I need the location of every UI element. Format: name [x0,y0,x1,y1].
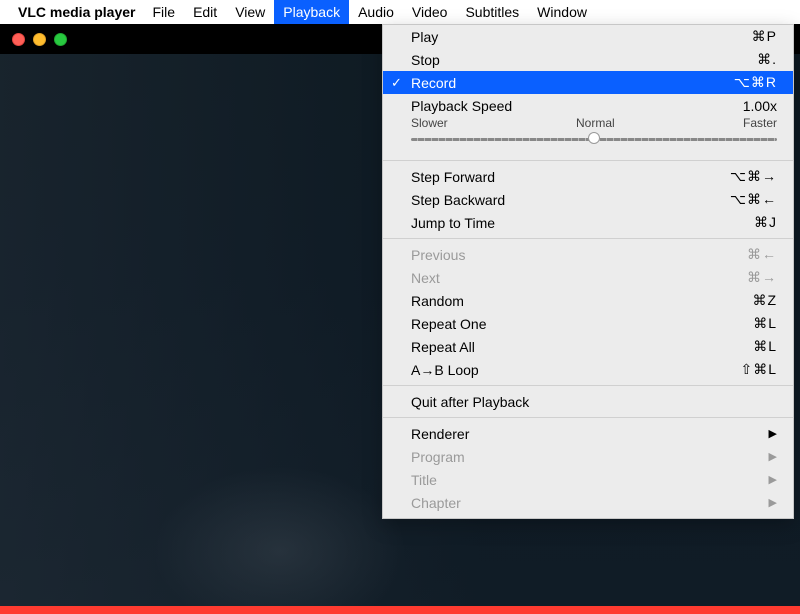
menu-repeat-all-shortcut: ⌘L [753,338,777,355]
menubar-edit[interactable]: Edit [184,0,226,24]
menu-repeat-one-label: Repeat One [411,316,753,332]
menu-next-shortcut: ⌘→ [747,269,777,286]
menu-step-backward-shortcut: ⌥⌘← [730,191,777,208]
menu-record[interactable]: ✓ Record ⌥⌘R [383,71,793,94]
menubar-video[interactable]: Video [403,0,457,24]
menu-next: Next ⌘→ [383,266,793,289]
menu-step-forward[interactable]: Step Forward ⌥⌘→ [383,165,793,188]
menu-next-label: Next [411,270,747,286]
playback-speed-block: Playback Speed 1.00x Slower Normal Faste… [383,94,793,156]
menu-record-shortcut: ⌥⌘R [734,74,777,91]
menu-previous: Previous ⌘← [383,243,793,266]
chevron-right-icon: ▶ [769,450,777,463]
menu-jump-to-time-label: Jump to Time [411,215,754,231]
menubar-playback[interactable]: Playback [274,0,349,24]
chevron-right-icon: ▶ [769,496,777,509]
speed-value: 1.00x [743,98,777,114]
menu-chapter: Chapter ▶ [383,491,793,514]
speed-label-faster: Faster [743,116,777,130]
menu-stop-shortcut: ⌘. [757,51,777,68]
menu-random-label: Random [411,293,752,309]
menu-separator [383,385,793,386]
menu-stop[interactable]: Stop ⌘. [383,48,793,71]
menu-step-forward-shortcut: ⌥⌘→ [730,168,777,185]
menu-random[interactable]: Random ⌘Z [383,289,793,312]
menu-separator [383,238,793,239]
menu-jump-to-time-shortcut: ⌘J [754,214,777,231]
window-close-button[interactable] [12,33,25,46]
menu-repeat-all-label: Repeat All [411,339,753,355]
speed-slider-thumb[interactable] [588,132,600,144]
chevron-right-icon: ▶ [769,473,777,486]
menu-play[interactable]: Play ⌘P [383,25,793,48]
menubar-file[interactable]: File [144,0,185,24]
menu-step-backward[interactable]: Step Backward ⌥⌘← [383,188,793,211]
menu-record-label: Record [411,75,734,91]
menu-chapter-label: Chapter [411,495,769,511]
system-menubar: VLC media player File Edit View Playback… [0,0,800,24]
menu-ab-loop[interactable]: A→B Loop ⇧⌘L [383,358,793,381]
menu-stop-label: Stop [411,52,757,68]
chevron-right-icon: ▶ [769,427,777,440]
menu-repeat-one[interactable]: Repeat One ⌘L [383,312,793,335]
app-name: VLC media player [18,4,136,20]
menubar-audio[interactable]: Audio [349,0,403,24]
checkmark-icon: ✓ [391,75,402,91]
menu-ab-loop-label: A→B Loop [411,362,740,378]
speed-label-slower: Slower [411,116,448,130]
window-zoom-button[interactable] [54,33,67,46]
menu-title-label: Title [411,472,769,488]
menu-program-label: Program [411,449,769,465]
menu-separator [383,417,793,418]
window-controls [0,24,67,54]
menu-random-shortcut: ⌘Z [752,292,777,309]
menu-title: Title ▶ [383,468,793,491]
menu-renderer[interactable]: Renderer ▶ [383,422,793,445]
menu-program: Program ▶ [383,445,793,468]
menu-quit-after-label: Quit after Playback [411,394,777,410]
menubar-window[interactable]: Window [528,0,596,24]
menu-repeat-all[interactable]: Repeat All ⌘L [383,335,793,358]
playback-progress-bar[interactable] [0,606,800,614]
menu-jump-to-time[interactable]: Jump to Time ⌘J [383,211,793,234]
playback-dropdown: Play ⌘P Stop ⌘. ✓ Record ⌥⌘R Playback Sp… [382,24,794,519]
speed-slider[interactable] [411,132,777,146]
menubar-view[interactable]: View [226,0,274,24]
window-minimize-button[interactable] [33,33,46,46]
menu-previous-shortcut: ⌘← [747,246,777,263]
menu-ab-loop-shortcut: ⇧⌘L [740,361,777,378]
menu-play-label: Play [411,29,752,45]
menu-quit-after-playback[interactable]: Quit after Playback [383,390,793,413]
menu-step-forward-label: Step Forward [411,169,730,185]
menubar-subtitles[interactable]: Subtitles [456,0,528,24]
menu-repeat-one-shortcut: ⌘L [753,315,777,332]
speed-title: Playback Speed [411,98,512,114]
menu-previous-label: Previous [411,247,747,263]
menu-step-backward-label: Step Backward [411,192,730,208]
speed-label-normal: Normal [576,116,615,130]
menu-play-shortcut: ⌘P [752,28,777,45]
menu-separator [383,160,793,161]
menu-renderer-label: Renderer [411,426,769,442]
